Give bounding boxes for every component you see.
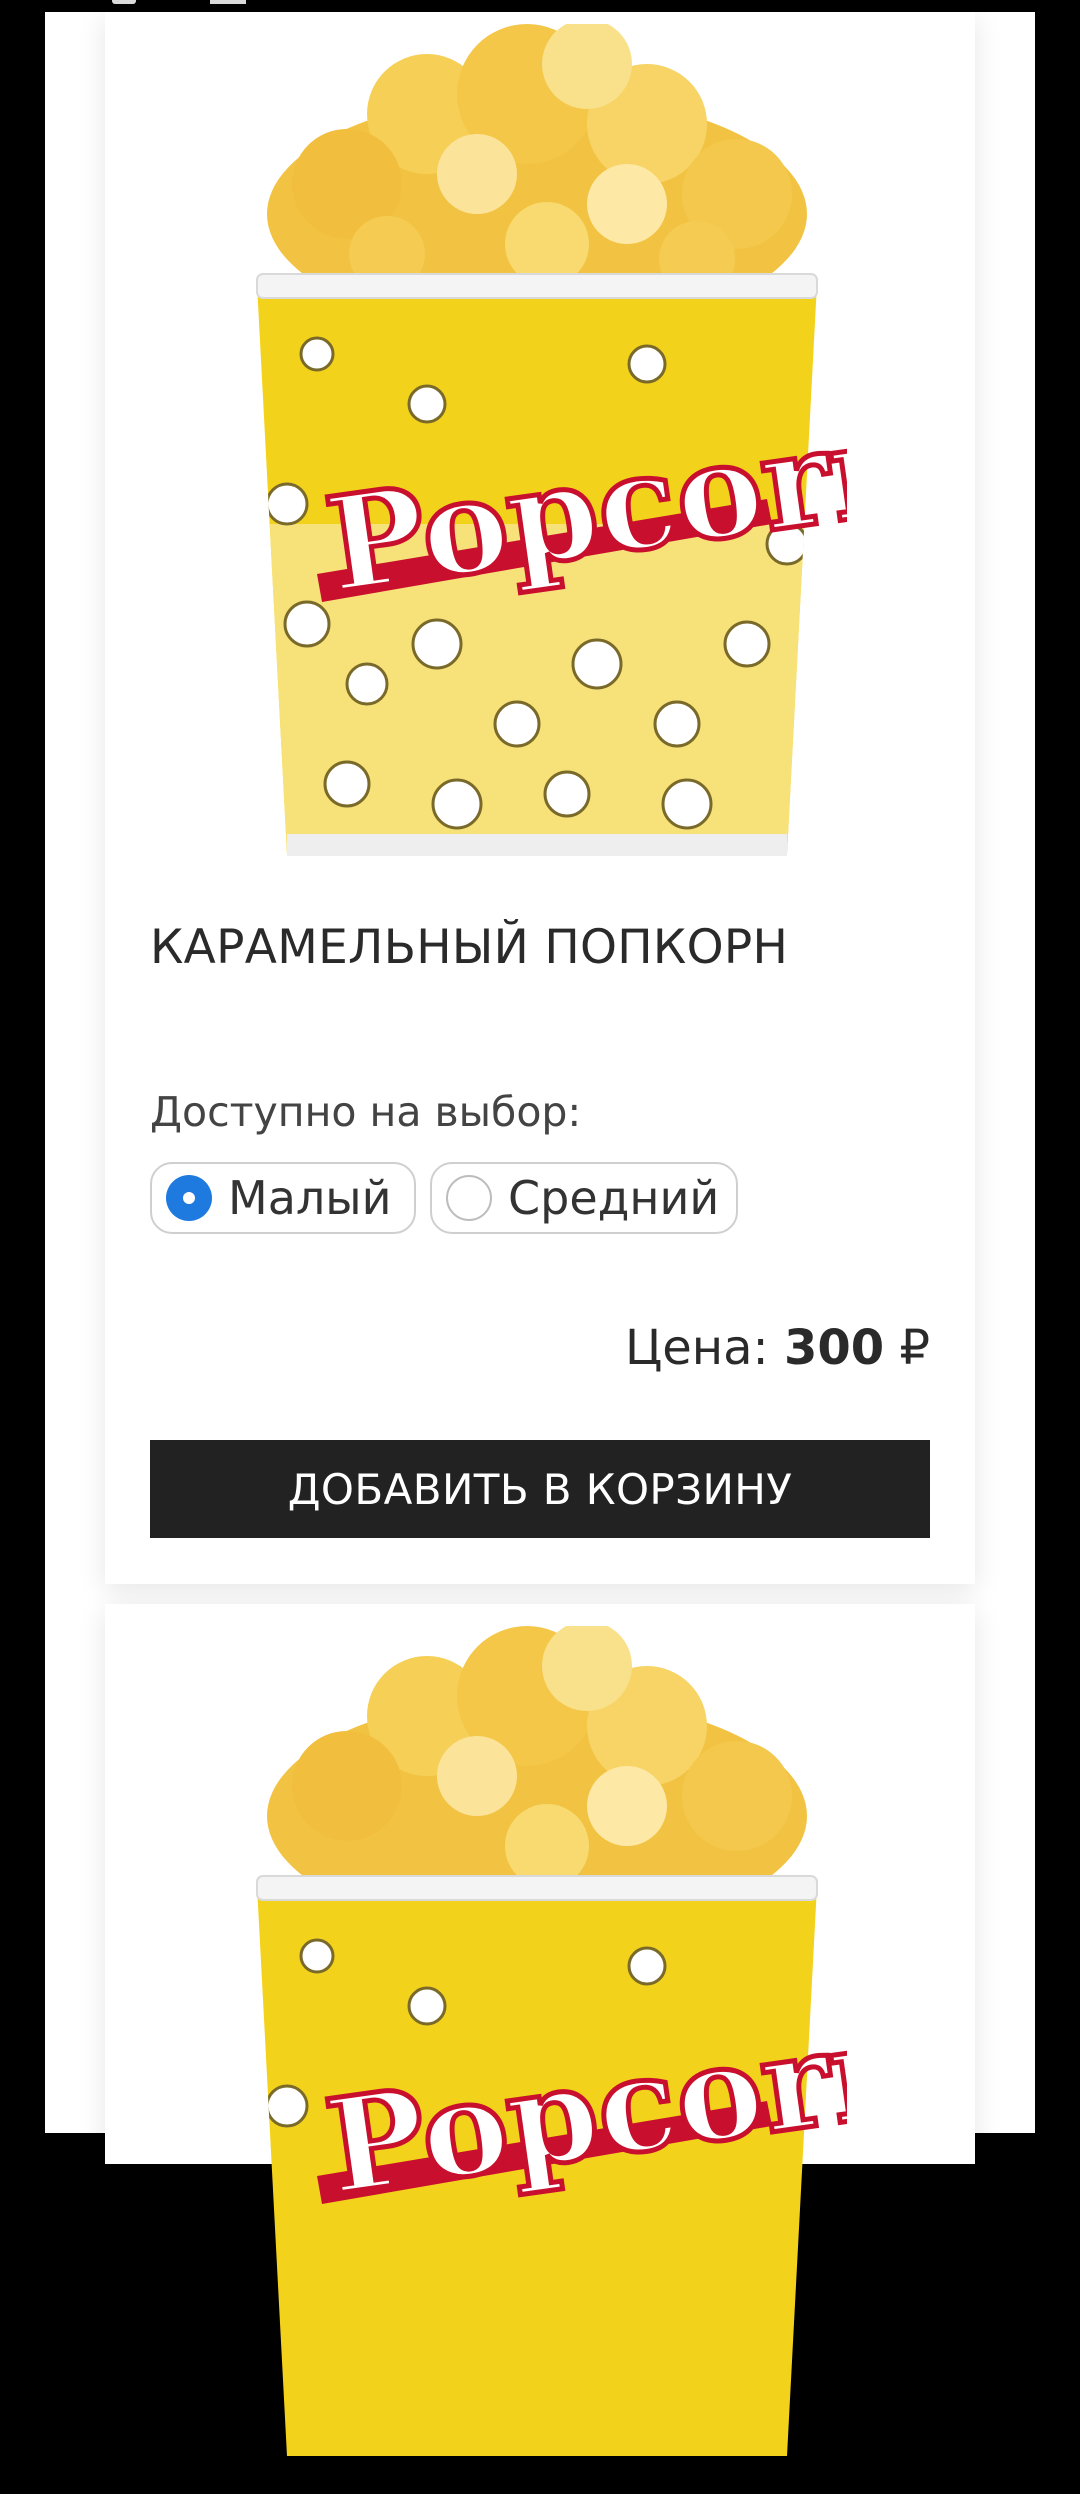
status-icon [210, 0, 246, 4]
product-card: Popcorn [105, 1604, 975, 2456]
product-image: Popcorn [256, 1626, 847, 2456]
product-image: Popcorn [256, 24, 847, 856]
price-label: Цена: [624, 1320, 769, 1376]
add-to-cart-button[interactable]: ДОБАВИТЬ В КОРЗИНУ [150, 1440, 930, 1538]
currency-symbol: ₽ [899, 1320, 930, 1376]
product-card: Popcorn КАРАМЕЛЬНЫЙ ПОПКОРН Доступно на … [105, 12, 975, 1584]
variant-option-small[interactable]: Малый [150, 1162, 416, 1234]
radio-checked-icon[interactable] [166, 1175, 212, 1221]
variant-label: Средний [508, 1171, 720, 1225]
product-list: Popcorn КАРАМЕЛЬНЫЙ ПОПКОРН Доступно на … [45, 12, 1035, 2456]
price-value: 300 [783, 1320, 885, 1376]
radio-unchecked-icon[interactable] [446, 1175, 492, 1221]
variant-label: Малый [228, 1171, 392, 1225]
product-title: КАРАМЕЛЬНЫЙ ПОПКОРН [150, 920, 789, 975]
variant-option-medium[interactable]: Средний [430, 1162, 738, 1234]
price: Цена: 300 ₽ [625, 1320, 930, 1376]
variants-label: Доступно на выбор: [150, 1088, 582, 1136]
status-indicator [112, 0, 136, 4]
status-bar [0, 0, 1080, 12]
